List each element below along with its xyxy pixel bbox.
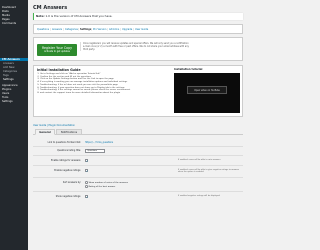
admin-sidebar: Dashboard Posts Media Pages Comments CM … xyxy=(0,0,28,250)
show-negative-checkbox[interactable] xyxy=(85,194,89,199)
row-label: Show negative ratings: xyxy=(55,195,81,198)
sidebar-item-dashboard[interactable]: Dashboard xyxy=(2,6,26,9)
sidebar-item-add-new[interactable]: Add New xyxy=(3,66,27,69)
register-button-sub: Activate to get updates xyxy=(44,49,70,53)
notice-label: Note: xyxy=(36,14,45,18)
notice-text: 1.0 is the version of CM Answers that yo… xyxy=(44,14,113,18)
installation-guide: Initial Installation Guide Go to Setting… xyxy=(33,65,243,117)
nav-questions[interactable]: Questions xyxy=(37,28,49,31)
row-help: If enabled negative ratings will be disp… xyxy=(178,195,220,197)
sidebar-item-answers[interactable]: Answers xyxy=(3,62,27,65)
negative-ratings-checkbox[interactable] xyxy=(85,168,89,173)
row-help: If enabled, users will be able to rate a… xyxy=(178,159,221,161)
sidebar-item-pages[interactable]: Pages xyxy=(2,18,26,21)
row-divider xyxy=(33,146,243,147)
install-step: and contact the support team for more de… xyxy=(40,92,167,95)
row-divider xyxy=(33,155,243,156)
row-divider xyxy=(33,191,243,192)
tab-general[interactable]: General xyxy=(35,129,55,135)
sidebar-item-posts[interactable]: Posts xyxy=(2,10,26,13)
nav-separator: | xyxy=(91,28,92,31)
nav-separator: | xyxy=(50,28,51,31)
questions-title-input[interactable]: Questions xyxy=(85,148,105,153)
nav-separator: | xyxy=(63,28,64,31)
nav-answers[interactable]: Answers xyxy=(52,28,62,31)
radio-button[interactable] xyxy=(85,185,88,188)
sort-option[interactable]: Show number of votes of the answers xyxy=(85,181,128,184)
nav-separator: | xyxy=(78,28,79,31)
nav-settings[interactable]: Settings xyxy=(80,28,91,31)
nav-separator: | xyxy=(107,28,108,31)
questions-list-link[interactable]: https://.../?cma_questions xyxy=(85,141,113,144)
register-button-label: Register Your Copy xyxy=(41,45,73,50)
nav-upgrade[interactable]: Upgrade xyxy=(122,28,132,31)
nav-addons[interactable]: Add-Ons xyxy=(109,28,119,31)
install-steps: Go to Settings and click on "Add or oper… xyxy=(37,73,167,95)
sidebar-item-tags[interactable]: Tags xyxy=(3,74,27,77)
sidebar-item-tools[interactable]: Tools xyxy=(2,96,26,99)
nav-categories[interactable]: Categories xyxy=(65,28,78,31)
sort-option-label: Rating of the best answer xyxy=(88,185,116,188)
nav-user-guide[interactable]: User Guide xyxy=(135,28,148,31)
sidebar-item-users[interactable]: Users xyxy=(2,92,26,95)
register-promo: Register Your Copy Activate to get updat… xyxy=(33,37,243,61)
main-content: CM Answers Note: 1.0 is the version of C… xyxy=(28,0,250,250)
nav-separator: | xyxy=(133,28,134,31)
enable-ratings-checkbox[interactable] xyxy=(85,158,89,163)
tutorial-title: Installation tutorial xyxy=(174,68,203,71)
version-notice: Note: 1.0 is the version of CM Answers t… xyxy=(33,13,243,20)
sidebar-item-categories[interactable]: Categories xyxy=(3,70,27,73)
page-title: CM Answers xyxy=(33,5,68,11)
row-label: Questions listing title: xyxy=(57,149,81,152)
plugin-nav: Questions | Answers | Categories | Setti… xyxy=(33,24,243,34)
sidebar-item-comments[interactable]: Comments xyxy=(2,22,26,25)
nav-separator: | xyxy=(120,28,121,31)
nav-pro-version[interactable]: Pro Version xyxy=(93,28,106,31)
install-title: Initial Installation Guide xyxy=(37,68,81,72)
register-button[interactable]: Register Your Copy Activate to get updat… xyxy=(37,44,77,56)
promo-text: Once registered, you will receive update… xyxy=(80,42,190,51)
row-divider xyxy=(33,177,243,178)
open-youtube-button[interactable]: Open video on YouTube xyxy=(187,86,227,94)
settings-tabs: General Notifications xyxy=(33,129,243,135)
row-label: Link to questions frontend list: xyxy=(47,141,81,144)
user-guide-link[interactable]: User Guide | Plugin Documentation xyxy=(33,124,75,127)
sort-option-label: Show number of votes of the answers xyxy=(88,181,128,184)
sidebar-item-cm-settings[interactable]: Settings xyxy=(3,78,27,81)
sidebar-item-plugins[interactable]: Plugins xyxy=(2,88,26,91)
sidebar-item-appearance[interactable]: Appearance xyxy=(2,84,26,87)
tab-notifications[interactable]: Notifications xyxy=(56,129,82,135)
row-label: Enable ratings for answers: xyxy=(51,159,81,162)
sidebar-item-media[interactable]: Media xyxy=(2,14,26,17)
row-label: Enable negative ratings: xyxy=(54,169,81,172)
row-help: If enabled, users will be able to give n… xyxy=(178,169,240,174)
sort-option[interactable]: Rating of the best answer xyxy=(85,185,115,188)
sidebar-item-settings[interactable]: Settings xyxy=(2,100,26,103)
row-divider xyxy=(33,165,243,166)
radio-button[interactable] xyxy=(85,181,88,184)
row-label: Sort answers by: xyxy=(62,181,81,184)
sidebar-item-cm-answers[interactable]: CM Answers xyxy=(0,58,28,61)
tutorial-video[interactable]: Open video on YouTube xyxy=(174,73,240,113)
